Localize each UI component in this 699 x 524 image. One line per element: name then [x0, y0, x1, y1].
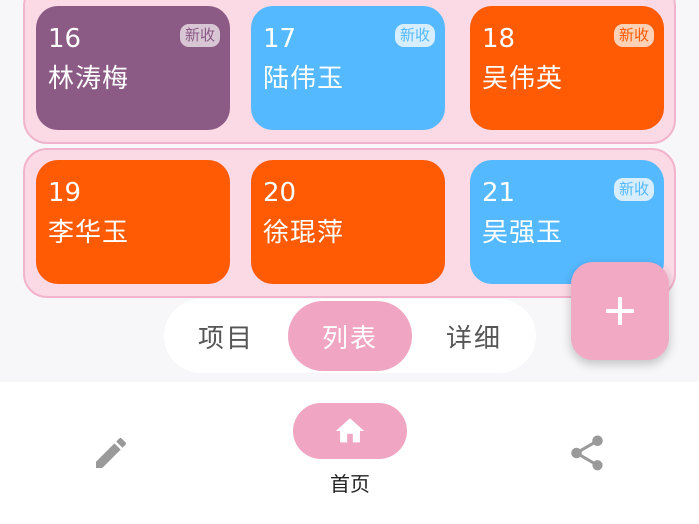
nav-edit[interactable] [91, 433, 131, 477]
card-number: 20 [263, 178, 297, 208]
view-option-detail[interactable]: 详细 [412, 301, 536, 371]
card-name: 李华玉 [48, 218, 130, 248]
card-name: 吴强玉 [482, 218, 564, 248]
nav-home[interactable] [293, 403, 407, 459]
view-switch: 项目 列表 详细 [164, 299, 536, 373]
record-card-20[interactable]: 20 徐琨萍 [251, 160, 445, 284]
nav-home-label: 首页 [330, 472, 370, 496]
card-number: 16 [48, 24, 82, 54]
record-card-17[interactable]: 17 新收 陆伟玉 [251, 6, 445, 130]
card-number: 18 [482, 24, 516, 54]
plus-icon [606, 297, 634, 325]
new-badge: 新收 [394, 24, 435, 47]
new-badge: 新收 [179, 24, 220, 47]
card-number: 17 [263, 24, 297, 54]
card-group-1: 16 新收 林涛梅 17 新收 陆伟玉 18 新收 吴伟英 [23, 0, 676, 144]
bottom-nav: 首页 [0, 382, 699, 524]
new-badge: 新收 [613, 178, 654, 201]
home-icon [335, 418, 365, 443]
card-number: 19 [48, 178, 82, 208]
view-option-items[interactable]: 项目 [164, 301, 288, 371]
view-option-list[interactable]: 列表 [288, 301, 412, 371]
share-icon [571, 435, 603, 471]
new-badge: 新收 [613, 24, 654, 47]
record-card-16[interactable]: 16 新收 林涛梅 [36, 6, 230, 130]
record-card-19[interactable]: 19 李华玉 [36, 160, 230, 284]
card-name: 林涛梅 [48, 64, 130, 94]
record-card-18[interactable]: 18 新收 吴伟英 [470, 6, 664, 130]
nav-share[interactable] [566, 432, 608, 478]
app-screen: 16 新收 林涛梅 17 新收 陆伟玉 18 新收 吴伟英 19 李华玉 20 … [0, 0, 699, 524]
card-name: 陆伟玉 [263, 64, 345, 94]
card-name: 徐琨萍 [263, 218, 345, 248]
add-button[interactable] [571, 262, 669, 360]
card-number: 21 [482, 178, 516, 208]
card-name: 吴伟英 [482, 64, 564, 94]
edit-icon [96, 437, 127, 468]
